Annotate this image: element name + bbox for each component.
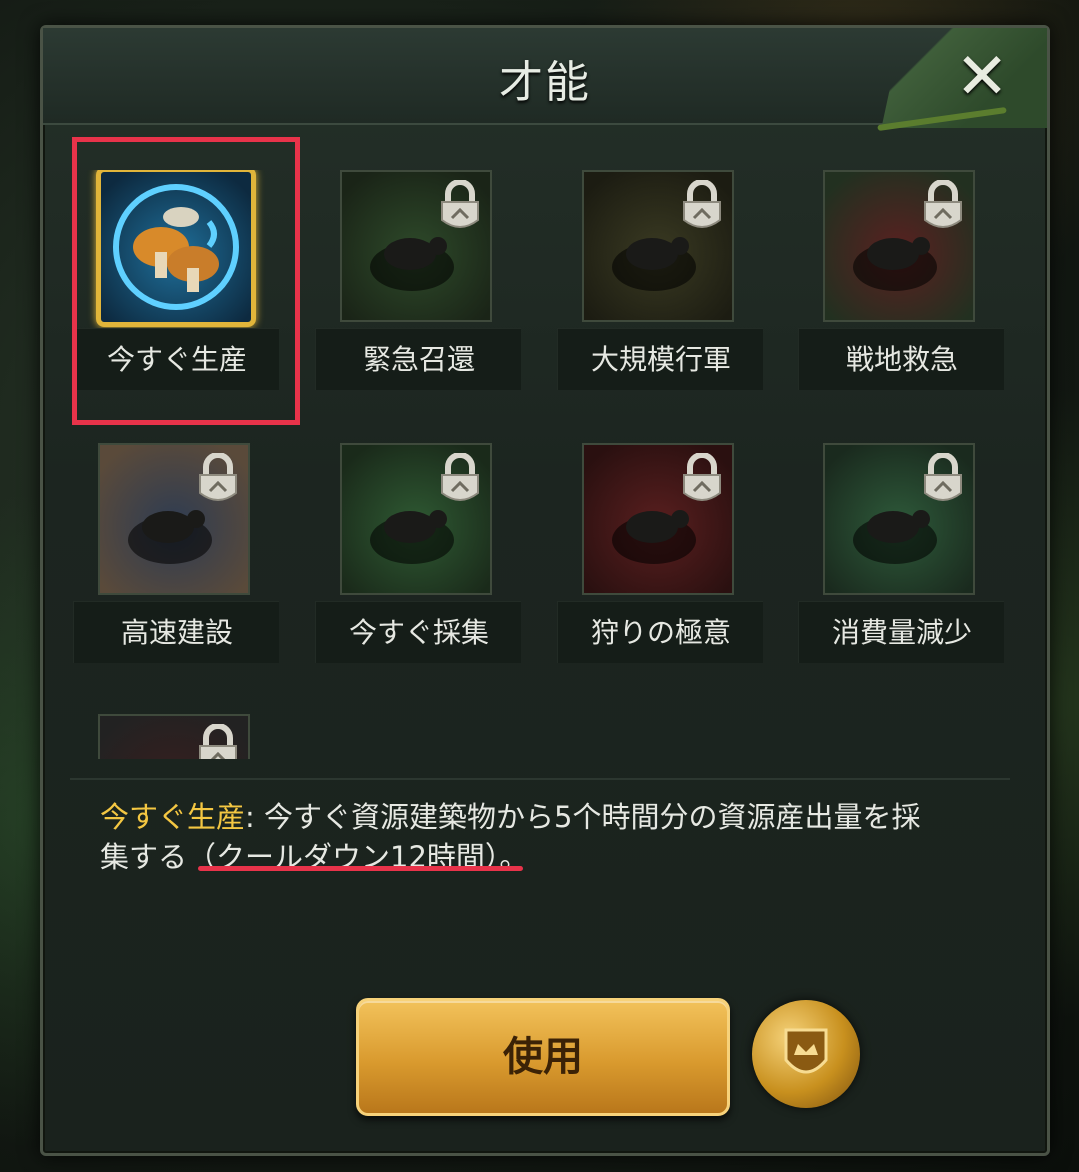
pyramid-icon xyxy=(98,714,250,759)
crown-shield-icon xyxy=(784,1028,828,1074)
talent-item[interactable]: 狩りの極意 xyxy=(557,443,763,663)
talent-label: 緊急召還 xyxy=(315,328,521,390)
lock-icon xyxy=(438,452,482,507)
divider xyxy=(70,778,1010,780)
lock-icon xyxy=(438,179,482,234)
talent-item[interactable]: 今すぐ生産 xyxy=(73,170,279,390)
talent-label: 戦地救急 xyxy=(798,328,1004,390)
talent-item[interactable]: 今すぐ採集 xyxy=(315,443,521,663)
mushroom-reduce-icon xyxy=(823,443,975,595)
talent-item[interactable] xyxy=(73,714,279,759)
use-button[interactable]: 使用 xyxy=(356,998,730,1116)
talent-label: 大規模行軍 xyxy=(557,328,763,390)
talent-description: 今すぐ生産: 今すぐ資源建築物から5个時間分の資源産出量を採 集する（クールダウ… xyxy=(100,797,980,877)
talent-item[interactable]: 消費量減少 xyxy=(798,443,1004,663)
lock-icon xyxy=(196,452,240,507)
ant-march-icon xyxy=(582,170,734,322)
talent-label: 高速建設 xyxy=(73,601,279,663)
close-icon[interactable]: ✕ xyxy=(947,42,1017,112)
mushroom-compass-icon xyxy=(96,170,256,327)
talent-label: 消費量減少 xyxy=(798,601,1004,663)
lock-icon xyxy=(196,723,240,759)
talent-label: 狩りの極意 xyxy=(557,601,763,663)
beetle-heal-icon xyxy=(823,170,975,322)
talent-item-icon[interactable] xyxy=(752,1000,860,1108)
description-talent-name: 今すぐ生産 xyxy=(100,800,246,834)
lock-icon xyxy=(680,452,724,507)
ant-gather-icon xyxy=(340,443,492,595)
lock-icon xyxy=(921,179,965,234)
cooldown-underline xyxy=(198,866,523,871)
talent-item[interactable]: 大規模行軍 xyxy=(557,170,763,390)
beetle-hunt-icon xyxy=(582,443,734,595)
lock-icon xyxy=(680,179,724,234)
beetle-return-icon xyxy=(340,170,492,322)
talent-label: 今すぐ採集 xyxy=(315,601,521,663)
lock-icon xyxy=(921,452,965,507)
talent-label: 今すぐ生産 xyxy=(73,328,279,390)
talent-item[interactable]: 高速建設 xyxy=(73,443,279,663)
ant-build-icon xyxy=(98,443,250,595)
title-bar: 才能 ✕ xyxy=(43,28,1047,132)
talent-item[interactable]: 戦地救急 xyxy=(798,170,1004,390)
description-text: : 今すぐ資源建築物から5个時間分の資源産出量を採 xyxy=(245,800,921,834)
talent-item[interactable]: 緊急召還 xyxy=(315,170,521,390)
